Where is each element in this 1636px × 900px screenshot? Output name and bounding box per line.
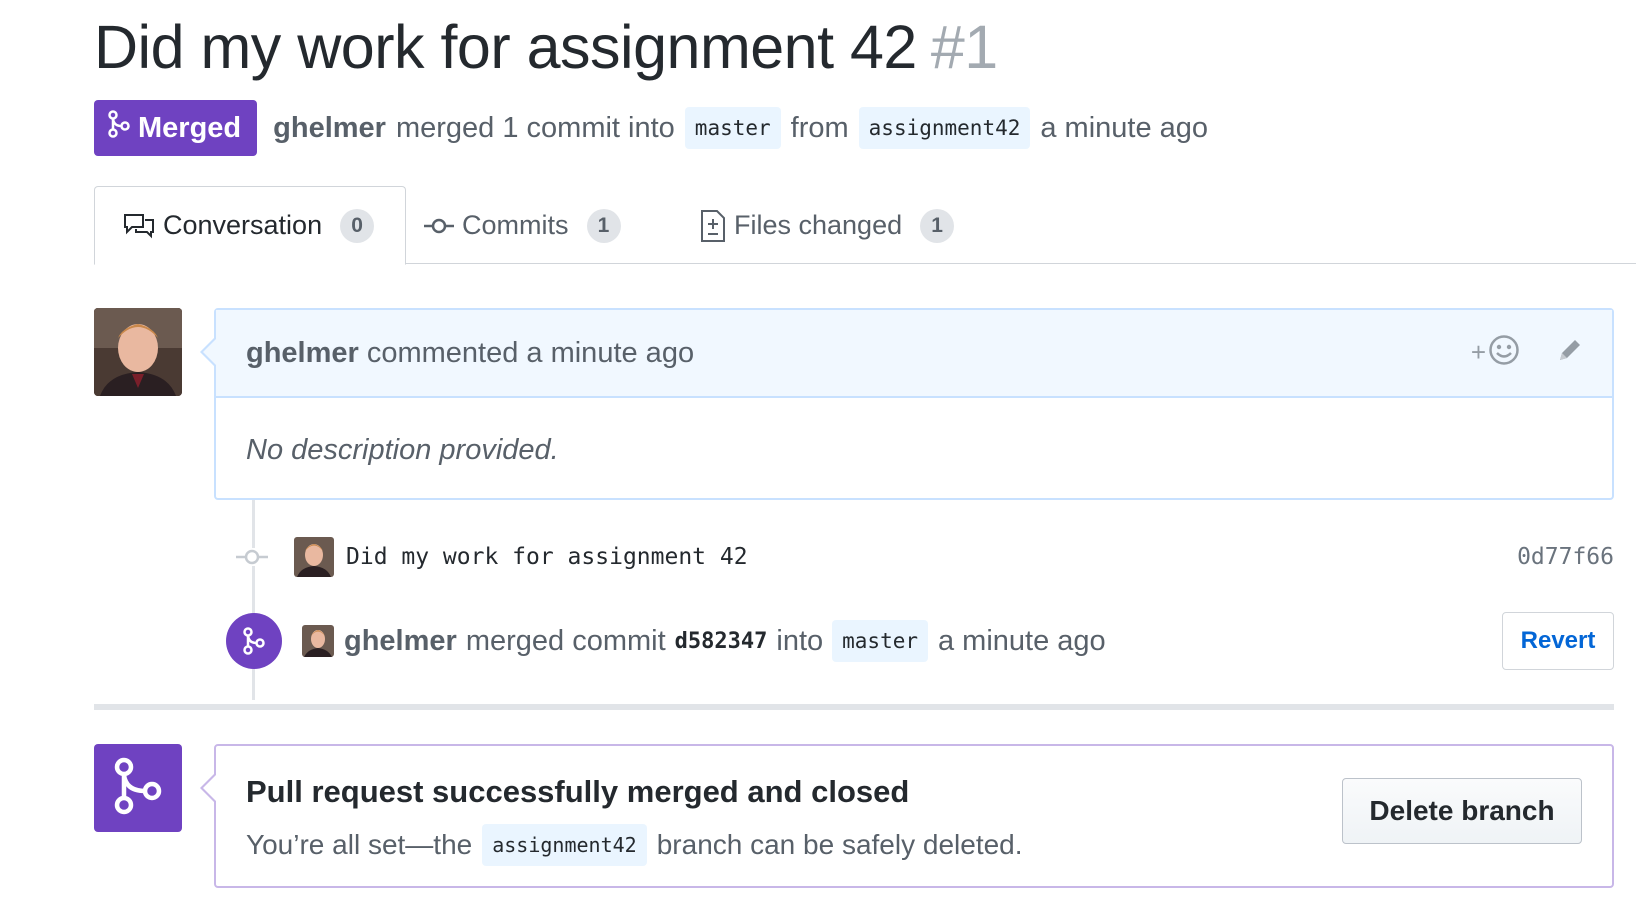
base-branch-ref[interactable]: master: [684, 107, 781, 149]
timeline-line: [252, 500, 255, 700]
smiley-icon: [1488, 334, 1520, 371]
git-commit-icon: [236, 548, 268, 566]
git-merge-icon: [226, 613, 282, 669]
tab-commits[interactable]: Commits 1: [424, 186, 621, 265]
merge-author[interactable]: ghelmer: [344, 625, 457, 658]
tab-counter: 1: [586, 208, 621, 243]
state-label: Merged: [138, 111, 242, 144]
merge-text: merged commit: [465, 624, 666, 657]
tab-counter: 1: [920, 208, 955, 243]
tab-conversation[interactable]: Conversation 0: [94, 186, 406, 265]
comment-header: ghelmer commented a minute ago: [216, 310, 1612, 398]
merge-event: ghelmer merged commit d582347 into maste…: [226, 612, 1614, 670]
delete-branch-button[interactable]: Delete branch: [1342, 778, 1582, 844]
merged-time[interactable]: a minute ago: [1040, 112, 1208, 145]
pr-title-text: Did my work for assignment 42: [94, 13, 917, 81]
pr-number: #1: [930, 13, 998, 81]
git-commit-icon: [424, 216, 454, 236]
merged-text: merged 1 commit into: [395, 111, 675, 144]
timeline-divider: [94, 704, 1614, 710]
comment-actions: +: [1471, 334, 1584, 371]
comment-body: No description provided.: [246, 434, 559, 466]
revert-button[interactable]: Revert: [1502, 612, 1614, 670]
pencil-icon[interactable]: [1556, 336, 1584, 369]
comment: ghelmer commented a minute ago + No desc…: [200, 308, 1614, 500]
pr-tabs: Conversation 0 Commits 1 Files changed 1: [94, 186, 1636, 265]
tab-label: Files changed: [734, 210, 903, 240]
merge-status-title: Pull request successfully merged and clo…: [246, 774, 910, 809]
author-link[interactable]: ghelmer: [273, 112, 386, 145]
git-merge-icon: [108, 110, 130, 146]
add-reaction-button[interactable]: +: [1471, 334, 1520, 371]
merge-desc-prefix: You’re all set—the: [246, 829, 473, 860]
merge-time[interactable]: a minute ago: [938, 625, 1106, 658]
git-merge-icon: [114, 757, 162, 820]
tab-label: Conversation: [163, 210, 323, 240]
comment-author[interactable]: ghelmer: [246, 337, 359, 370]
merged-state-badge: Merged: [94, 100, 258, 156]
from-text: from: [790, 111, 849, 144]
merge-status-box: Pull request successfully merged and clo…: [200, 744, 1614, 888]
merged-status-icon-box: [94, 744, 182, 832]
merge-status-desc: You’re all set—the assignment42 branch c…: [246, 824, 1023, 866]
pr-meta: Merged ghelmer merged 1 commit into mast…: [94, 100, 1218, 156]
avatar[interactable]: [302, 625, 334, 657]
comment-discussion-icon: [123, 212, 155, 240]
comment-action: commented a minute ago: [366, 336, 695, 369]
tab-files-changed[interactable]: Files changed 1: [700, 186, 955, 265]
commit-message-link[interactable]: Did my work for assignment 42: [346, 544, 748, 570]
avatar[interactable]: [94, 308, 182, 396]
file-diff-icon: [700, 209, 726, 243]
merge-branch-ref[interactable]: master: [832, 620, 928, 662]
avatar[interactable]: [294, 537, 334, 577]
commit-row: Did my work for assignment 42 0d77f66: [236, 534, 1614, 580]
commit-sha-link[interactable]: 0d77f66: [1517, 544, 1614, 570]
tab-label: Commits: [462, 210, 569, 240]
merge-commit-sha[interactable]: d582347: [675, 629, 768, 654]
plus-label: +: [1470, 337, 1486, 367]
head-branch-ref[interactable]: assignment42: [482, 824, 647, 866]
head-branch-ref[interactable]: assignment42: [858, 107, 1031, 149]
into-text: into: [776, 624, 824, 657]
pr-title: Did my work for assignment 42 #1: [94, 12, 998, 82]
tab-counter: 0: [340, 208, 375, 243]
merge-desc-suffix: branch can be safely deleted.: [656, 829, 1023, 860]
